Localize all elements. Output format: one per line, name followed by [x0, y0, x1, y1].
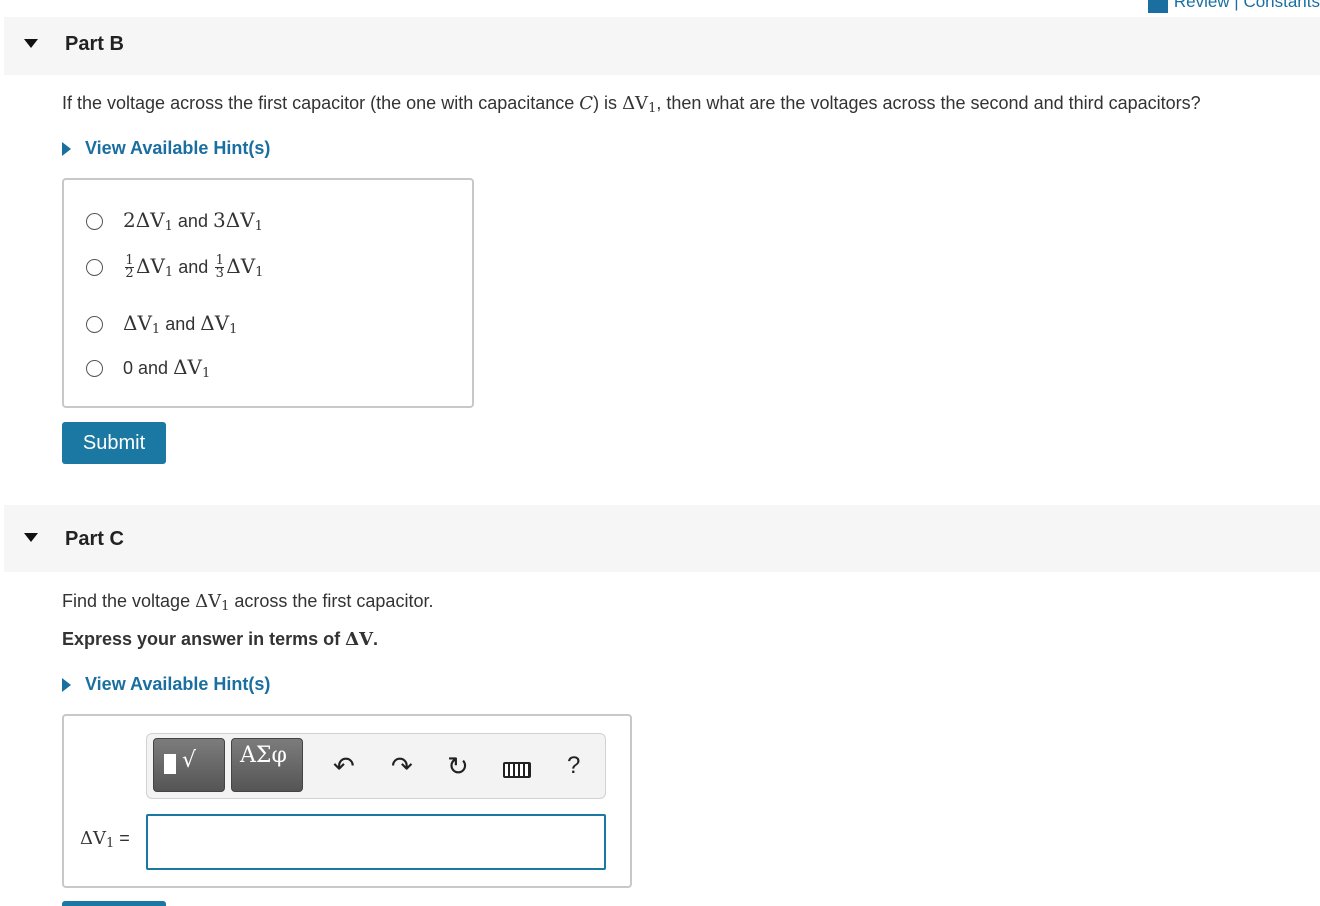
part-c-header[interactable]: Part C [4, 505, 1320, 572]
submit-button-partial[interactable] [62, 901, 166, 906]
choice-2-b: ΔV [226, 254, 256, 278]
answer-input[interactable] [146, 814, 606, 870]
radio-button[interactable] [86, 359, 103, 377]
part-c-title: Part C [65, 528, 124, 550]
choice-1-b: 3ΔV [212, 208, 255, 232]
answer-delta-v-sub: 1 [106, 836, 115, 851]
undo-icon[interactable]: ↶ [333, 752, 355, 780]
part-b-hint-toggle[interactable]: View Available Hint(s) [62, 138, 270, 159]
part-b-question: If the voltage across the first capacito… [62, 93, 1201, 116]
choice-4-b-sub: 1 [201, 366, 211, 381]
expand-triangle-icon [62, 677, 71, 692]
choice-3-b: ΔV [200, 311, 230, 335]
choice-3-and: and [165, 313, 196, 334]
fraction-one-third: 13 [215, 252, 225, 281]
radio-button[interactable] [86, 212, 103, 230]
radical-icon: √ [182, 748, 197, 773]
choice-4[interactable]: 0 and ΔV1 [86, 355, 210, 381]
radio-button[interactable] [86, 315, 103, 333]
submit-button[interactable]: Submit [62, 422, 166, 464]
greek-symbols-button[interactable]: ΑΣφ [231, 738, 303, 792]
choice-1[interactable]: 2ΔV1 and 3ΔV1 [86, 208, 263, 234]
fraction-one-half: 12 [125, 252, 134, 281]
help-button[interactable]: ? [567, 752, 580, 780]
choice-3[interactable]: ΔV1 and ΔV1 [86, 311, 237, 337]
part-c-prompt: Find the voltage ΔV1 across the first ca… [62, 591, 433, 614]
reset-icon[interactable]: ↻ [447, 752, 469, 780]
prompt-text-2: across the first capacitor. [229, 591, 434, 611]
delta-v-symbol: ΔV [195, 591, 222, 612]
question-text-3: , then what are the voltages across the … [656, 93, 1201, 113]
question-text-1: If the voltage across the first capacito… [62, 93, 580, 113]
expand-triangle-icon [62, 141, 71, 156]
redo-icon[interactable]: ↷ [391, 752, 413, 780]
answer-delta-v: ΔV [80, 828, 106, 849]
answer-label: ΔV1 = [80, 828, 130, 851]
delta-v-symbol: ΔV [622, 93, 649, 114]
template-square-icon [164, 754, 176, 774]
prompt-text-1: Find the voltage [62, 591, 196, 611]
instruction-period: . [373, 629, 379, 649]
choice-2-a-sub: 1 [164, 265, 174, 280]
part-c-hint-toggle[interactable]: View Available Hint(s) [62, 674, 270, 695]
part-b-choices: 2ΔV1 and 3ΔV1 12 ΔV1 and 13 ΔV1 ΔV1 and … [62, 178, 474, 408]
choice-2-a: ΔV [136, 254, 165, 278]
greek-symbols-label: ΑΣφ [240, 743, 287, 768]
part-b-title: Part B [65, 33, 124, 55]
choice-3-a: ΔV [123, 311, 152, 335]
choice-1-a: 2ΔV [123, 208, 165, 232]
choice-2-b-sub: 1 [255, 265, 264, 280]
capacitance-symbol: C [579, 93, 594, 114]
question-text-2: ) is [593, 93, 623, 113]
collapse-caret-icon[interactable] [24, 39, 38, 48]
review-constants-label: Review | Constants [1173, 0, 1320, 11]
collapse-caret-icon[interactable] [24, 533, 38, 542]
choice-2[interactable]: 12 ΔV1 and 13 ΔV1 [86, 254, 263, 280]
part-b-header[interactable]: Part B [4, 17, 1320, 75]
part-c-hint-label: View Available Hint(s) [85, 674, 271, 694]
delta-v-symbol: ΔV [345, 629, 374, 650]
templates-button[interactable]: √ [153, 738, 225, 792]
choice-3-b-sub: 1 [229, 322, 238, 337]
choice-1-b-sub: 1 [254, 219, 263, 234]
choice-1-a-sub: 1 [164, 219, 173, 234]
choice-3-a-sub: 1 [151, 322, 161, 337]
choice-2-and: and [178, 256, 209, 277]
part-c-instruction: Express your answer in terms of ΔV. [62, 629, 378, 650]
answer-equals: = [119, 828, 130, 848]
part-b-hint-label: View Available Hint(s) [85, 138, 271, 158]
radio-button[interactable] [86, 258, 103, 276]
choice-4-b: ΔV [173, 355, 202, 379]
book-icon [1147, 0, 1168, 13]
answer-box: √ ΑΣφ ↶ ↷ ↻ ? ΔV1 = [62, 714, 632, 888]
choice-1-and: and [177, 210, 208, 231]
instruction-text: Express your answer in terms of [62, 629, 346, 649]
review-constants-link[interactable]: Review | Constants [1147, 0, 1320, 13]
choice-4-a: 0 [123, 357, 134, 378]
math-toolbar: √ ΑΣφ ↶ ↷ ↻ ? [146, 733, 606, 799]
keyboard-icon[interactable] [503, 762, 531, 778]
choice-4-and: and [138, 357, 169, 378]
